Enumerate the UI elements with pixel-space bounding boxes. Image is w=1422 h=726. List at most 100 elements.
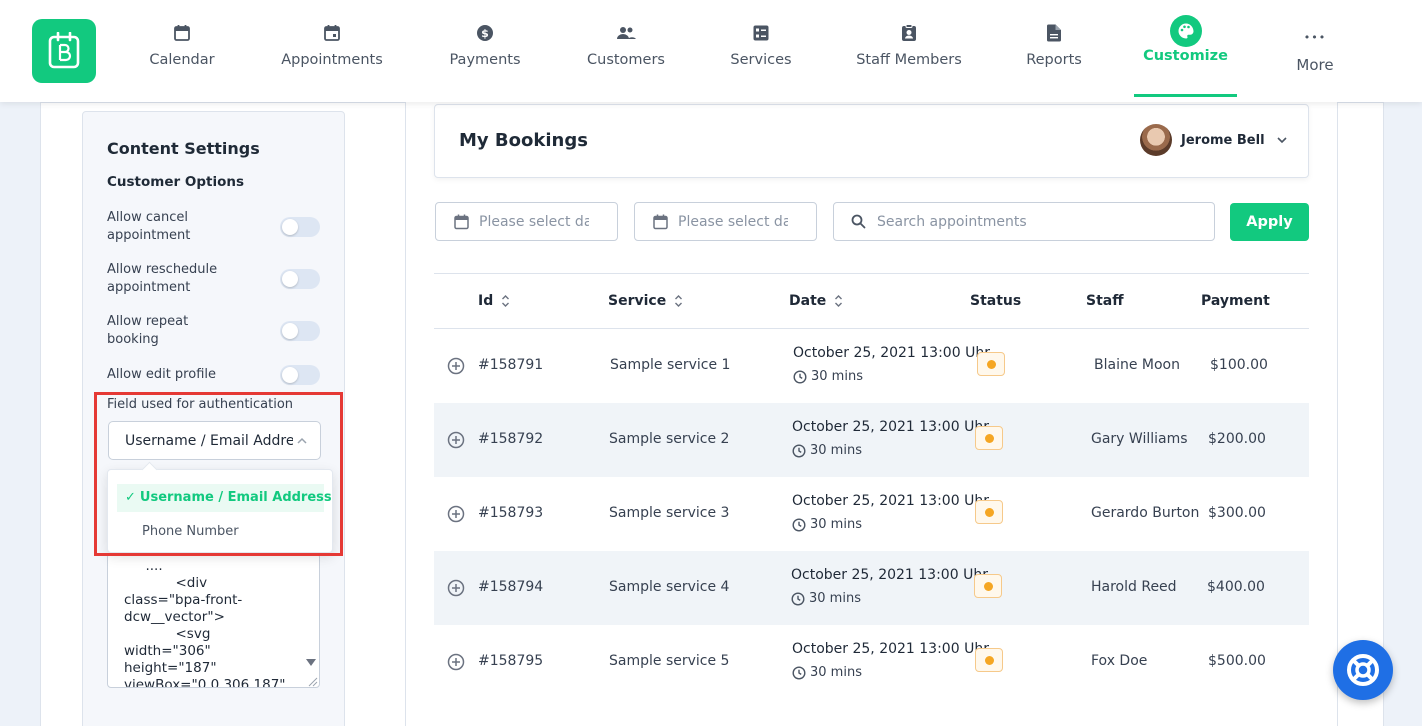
booking-id: #158795 — [478, 653, 544, 669]
status-dot — [987, 360, 996, 369]
option-username-email-label: Username / Email Address — [139, 490, 332, 505]
status-badge — [975, 426, 1003, 450]
search-appointments-input[interactable]: Search appointments — [833, 202, 1215, 241]
column-header-service[interactable]: Service — [608, 293, 683, 309]
id-badge-icon — [901, 22, 917, 44]
logo-icon — [48, 32, 80, 69]
content-settings-title: Content Settings — [107, 139, 260, 158]
expand-plus-icon[interactable] — [447, 505, 465, 523]
dollar-circle-icon: $ — [476, 22, 494, 44]
calendar-icon — [173, 22, 191, 44]
preview-edge — [1337, 102, 1338, 726]
column-header-payment: Payment — [1201, 293, 1270, 309]
nav-more[interactable]: ••• More — [1287, 0, 1343, 102]
booking-service: Sample service 5 — [609, 653, 730, 669]
nav-payments[interactable]: $ Payments — [444, 0, 526, 102]
booking-duration: 30 mins — [793, 369, 863, 384]
nav-reports-label: Reports — [1026, 52, 1082, 68]
sort-icon — [502, 295, 510, 307]
column-header-id[interactable]: Id — [478, 293, 510, 309]
allow-reschedule-toggle[interactable] — [280, 269, 320, 289]
auth-field-dropdown: ✓ Username / Email Address Phone Number — [107, 469, 333, 553]
nav-staff-members[interactable]: Staff Members — [853, 0, 965, 102]
user-menu[interactable]: Jerome Bell — [1140, 124, 1288, 156]
table-top-border — [434, 273, 1309, 274]
calendar-icon — [454, 214, 469, 230]
start-date-input[interactable]: Please select date — [435, 202, 618, 241]
booking-service: Sample service 4 — [609, 579, 730, 595]
toggle-knob — [282, 271, 298, 287]
allow-repeat-booking-toggle[interactable] — [280, 321, 320, 341]
option-phone-number[interactable]: Phone Number — [117, 518, 324, 546]
booking-service: Sample service 2 — [609, 431, 730, 447]
allow-edit-profile-label: Allow edit profile — [107, 367, 216, 382]
calendar-check-icon — [323, 22, 341, 44]
more-dots-icon: ••• — [1303, 30, 1327, 44]
column-header-date[interactable]: Date — [789, 293, 843, 309]
status-badge — [974, 574, 1002, 598]
clock-icon — [793, 369, 807, 384]
status-dot — [984, 582, 993, 591]
document-icon — [1046, 22, 1062, 44]
user-name: Jerome Bell — [1181, 132, 1265, 148]
allow-cancel-toggle[interactable] — [280, 217, 320, 237]
nav-customize[interactable]: Customize — [1134, 0, 1237, 102]
option-username-email[interactable]: ✓ Username / Email Address — [117, 484, 332, 512]
booking-date: October 25, 2021 13:00 Uhr — [791, 567, 988, 583]
booking-payment: $200.00 — [1208, 431, 1266, 447]
clock-icon — [792, 517, 806, 532]
expand-plus-icon[interactable] — [447, 357, 465, 375]
booking-payment: $500.00 — [1208, 653, 1266, 669]
auth-field-selected-value: Username / Email Address — [125, 433, 293, 449]
booking-id: #158792 — [478, 431, 544, 447]
custom-html-textarea[interactable]: .... <div class="bpa-front- dcw__vector"… — [107, 553, 320, 688]
booking-payment: $400.00 — [1207, 579, 1265, 595]
scroll-down-arrow-icon[interactable] — [306, 659, 316, 666]
top-navigation: Calendar Appointments $ Payments Custome… — [0, 0, 1422, 102]
status-badge — [975, 648, 1003, 672]
booking-date: October 25, 2021 13:00 Uhr — [792, 641, 989, 657]
column-header-status-label: Status — [970, 293, 1022, 309]
expand-plus-icon[interactable] — [447, 653, 465, 671]
allow-edit-profile-toggle[interactable] — [280, 365, 320, 385]
nav-calendar[interactable]: Calendar — [140, 0, 224, 102]
nav-customers-label: Customers — [587, 52, 665, 68]
start-date-placeholder: Please select date — [479, 214, 589, 230]
table-row[interactable]: #158795 Sample service 5 October 25, 202… — [434, 625, 1309, 699]
booking-duration: 30 mins — [792, 517, 862, 532]
booking-staff: Gary Williams — [1091, 431, 1188, 447]
clock-icon — [792, 443, 806, 458]
booking-staff: Blaine Moon — [1094, 357, 1180, 373]
resize-handle-icon[interactable] — [306, 675, 318, 687]
end-date-input[interactable]: Please select date — [634, 202, 817, 241]
table-row[interactable]: #158794 Sample service 4 October 25, 202… — [434, 551, 1309, 625]
customer-options-heading: Customer Options — [107, 174, 245, 190]
table-row[interactable]: #158791 Sample service 1 October 25, 202… — [434, 329, 1309, 403]
list-icon — [752, 22, 770, 44]
apply-button[interactable]: Apply — [1230, 203, 1309, 241]
nav-reports[interactable]: Reports — [1021, 0, 1087, 102]
clock-icon — [791, 591, 805, 606]
app-logo[interactable] — [32, 19, 96, 83]
nav-customers[interactable]: Customers — [582, 0, 670, 102]
column-header-id-label: Id — [478, 293, 494, 309]
nav-services[interactable]: Services — [727, 0, 795, 102]
my-bookings-title: My Bookings — [459, 130, 588, 151]
booking-duration-value: 30 mins — [810, 665, 862, 680]
nav-appointments[interactable]: Appointments — [276, 0, 388, 102]
booking-duration: 30 mins — [791, 591, 861, 606]
help-support-button[interactable] — [1333, 640, 1393, 700]
table-row[interactable]: #158792 Sample service 2 October 25, 202… — [434, 403, 1309, 477]
booking-date: October 25, 2021 13:00 Uhr — [793, 345, 990, 361]
booking-staff: Gerardo Burton — [1091, 505, 1200, 521]
nav-more-label: More — [1296, 56, 1334, 74]
auth-field-select[interactable]: Username / Email Address — [108, 421, 321, 460]
column-header-status: Status — [970, 293, 1021, 309]
status-dot — [985, 434, 994, 443]
expand-plus-icon[interactable] — [447, 431, 465, 449]
expand-plus-icon[interactable] — [447, 579, 465, 597]
table-row[interactable]: #158793 Sample service 3 October 25, 202… — [434, 477, 1309, 551]
nav-services-label: Services — [730, 52, 792, 68]
column-header-service-label: Service — [608, 293, 667, 309]
nav-appointments-label: Appointments — [281, 52, 383, 68]
